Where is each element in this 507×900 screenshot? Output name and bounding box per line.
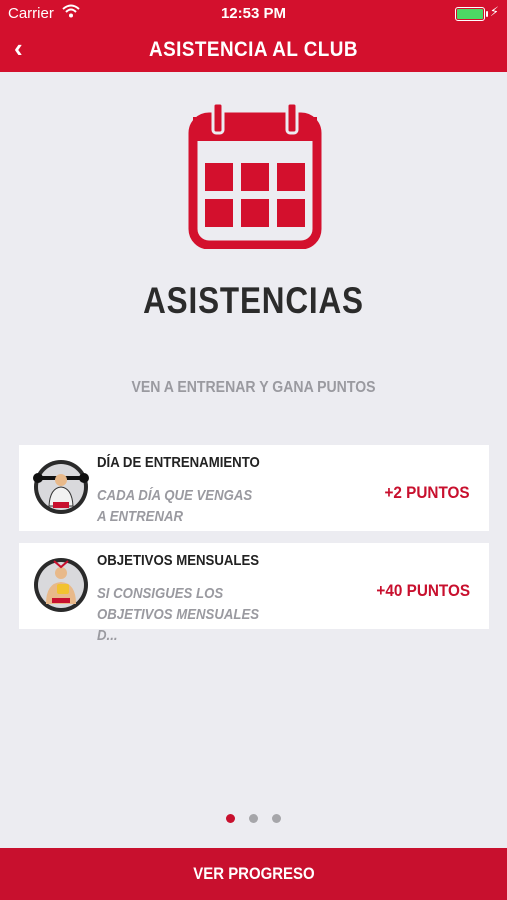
status-time: 12:53 PM xyxy=(220,5,287,22)
section-subtitle: VEN A ENTRENAR Y GANA PUNTOS xyxy=(131,379,376,396)
page-dot[interactable] xyxy=(249,814,258,823)
reward-card-monthly-goals[interactable]: OBJETIVOS MENSUALES SI CONSIGUES LOS OBJ… xyxy=(19,543,489,644)
status-bar: Carrier 12:53 PM ⚡ xyxy=(0,0,507,26)
reward-card-training-day[interactable]: DÍA DE ENTRENAMIENTO CADA DÍA QUE VENGAS… xyxy=(19,445,489,531)
card-description: SI CONSIGUES LOS OBJETIVOS MENSUALES D..… xyxy=(97,585,260,644)
page-dot[interactable] xyxy=(272,814,282,823)
card-points: +40 PUNTOS xyxy=(376,581,470,600)
section-heading: ASISTENCIAS xyxy=(143,280,364,321)
navigation-bar: ‹ ASISTENCIA AL CLUB xyxy=(0,26,507,72)
charging-icon: ⚡ xyxy=(489,4,499,19)
card-description: CADA DÍA QUE VENGAS A ENTRENAR xyxy=(97,487,253,525)
weightlifter-icon xyxy=(33,460,89,514)
card-points: +2 PUNTOS xyxy=(384,483,470,502)
header-bar: Carrier 12:53 PM ⚡ ‹ ASISTENCIA AL CLUB xyxy=(0,0,507,72)
card-title: DÍA DE ENTRENAMIENTO xyxy=(97,454,260,471)
view-progress-button[interactable]: VER PROGRESO xyxy=(0,848,507,900)
card-title: OBJETIVOS MENSUALES xyxy=(97,552,260,569)
page-indicator xyxy=(0,810,507,828)
calendar-icon xyxy=(188,103,322,249)
battery-icon xyxy=(455,7,488,21)
page-title: ASISTENCIA AL CLUB xyxy=(148,38,358,61)
page-dot-active[interactable] xyxy=(225,814,235,823)
back-button[interactable]: ‹ xyxy=(14,33,23,63)
trophy-athlete-icon xyxy=(34,558,88,612)
view-progress-label: VER PROGRESO xyxy=(192,864,315,883)
